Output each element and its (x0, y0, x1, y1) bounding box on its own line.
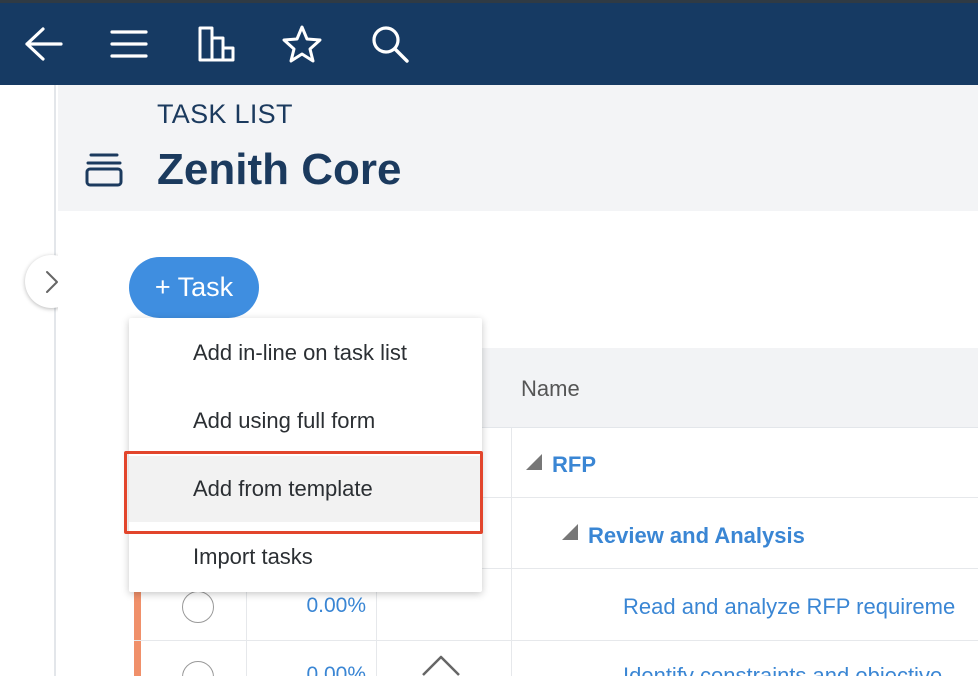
page-kicker: TASK LIST (157, 99, 293, 129)
chevron-right-icon (45, 270, 58, 293)
task-complete-checkbox[interactable] (182, 591, 214, 623)
row-priority-accent (134, 641, 141, 676)
menu-item-add-full-form[interactable]: Add using full form (129, 388, 482, 454)
collapse-triangle-icon[interactable] (562, 524, 578, 540)
star-icon[interactable] (279, 21, 325, 67)
task-progress[interactable]: 0.00% (306, 663, 366, 676)
layers-icon (84, 152, 124, 193)
task-name-link[interactable]: Identify constraints and objective (623, 663, 942, 676)
hamburger-menu-icon[interactable] (106, 21, 152, 67)
page-header: TASK LIST Zenith Core (58, 85, 978, 211)
milestone-diamond-icon (421, 655, 461, 676)
add-task-button[interactable]: + Task (129, 257, 259, 318)
group-label[interactable]: RFP (552, 452, 596, 478)
task-progress[interactable]: 0.00% (306, 594, 366, 618)
page-title: Zenith Core (157, 145, 402, 194)
task-complete-checkbox[interactable] (182, 661, 214, 676)
menu-item-add-inline[interactable]: Add in-line on task list (129, 320, 482, 386)
column-header-name[interactable]: Name (521, 376, 580, 402)
task-name-link[interactable]: Read and analyze RFP requireme (623, 594, 955, 620)
menu-item-import-tasks[interactable]: Import tasks (129, 524, 482, 590)
table-row[interactable]: 0.00% Identify constraints and objective (134, 641, 978, 676)
collapse-triangle-icon[interactable] (526, 454, 542, 470)
search-icon[interactable] (367, 21, 413, 67)
left-rail (0, 85, 56, 676)
chart-icon[interactable] (193, 21, 239, 67)
back-arrow-icon[interactable] (20, 21, 66, 67)
top-navigation-bar (0, 0, 978, 85)
menu-item-add-from-template[interactable]: Add from template (129, 456, 482, 522)
group-label[interactable]: Review and Analysis (588, 523, 805, 549)
add-task-dropdown-menu: Add in-line on task list Add using full … (129, 318, 482, 592)
